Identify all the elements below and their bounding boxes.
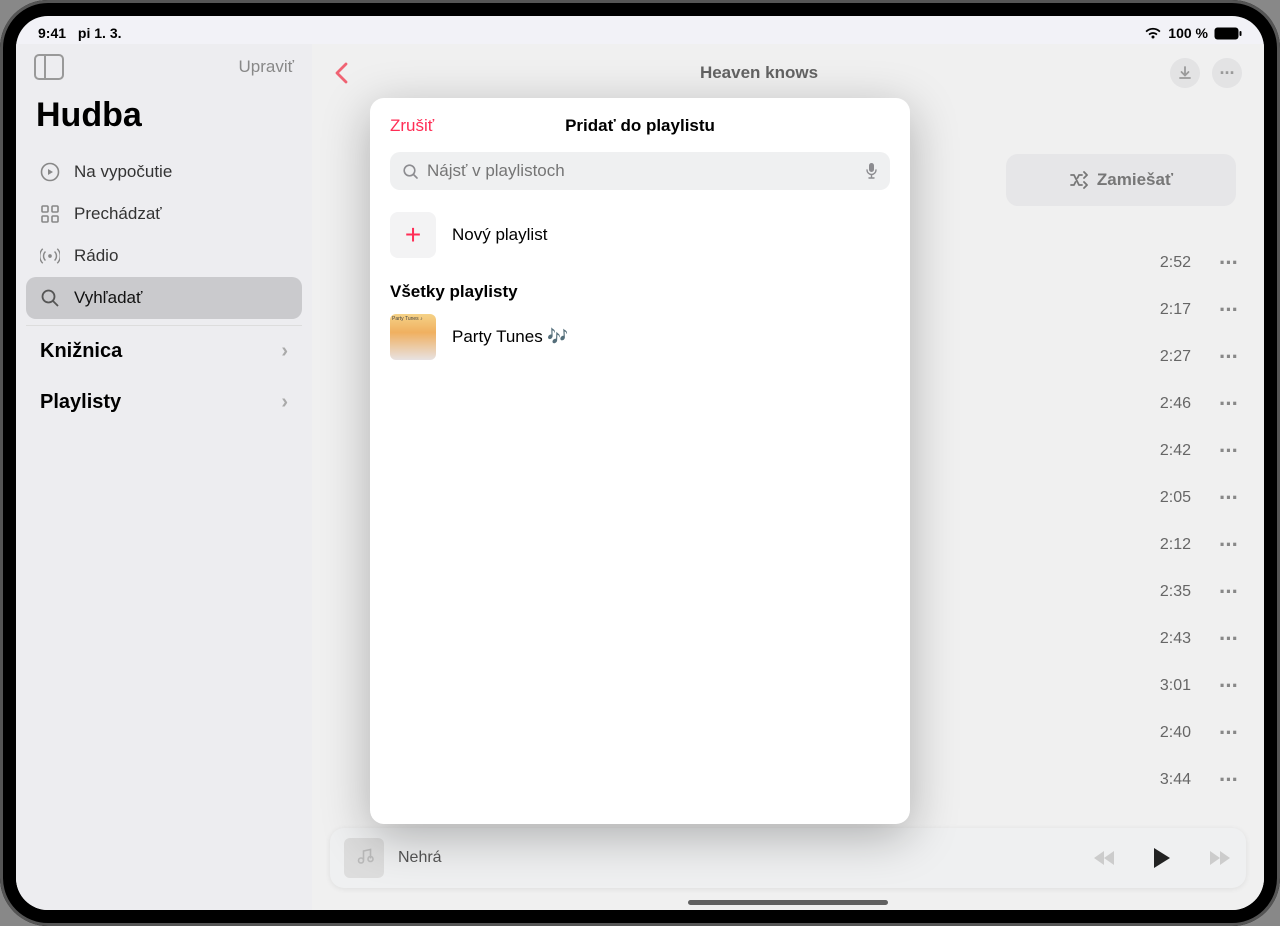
playlist-search-field[interactable] [390, 152, 890, 190]
plus-icon: + [390, 212, 436, 258]
mic-icon[interactable] [865, 162, 878, 180]
search-icon [402, 163, 419, 180]
new-playlist-button[interactable]: + Nový playlist [390, 208, 890, 276]
ipad-screen: 9:41 pi 1. 3. 100 % ● ● ● Upraviť [16, 16, 1264, 910]
new-playlist-label: Nový playlist [452, 225, 547, 245]
add-to-playlist-modal: Zrušiť Pridať do playlistu + Nový playli… [370, 98, 910, 824]
playlist-search-input[interactable] [427, 161, 857, 181]
all-playlists-header: Všetky playlisty [390, 276, 890, 310]
modal-title: Pridať do playlistu [565, 116, 715, 136]
cancel-button[interactable]: Zrušiť [390, 116, 434, 136]
playlist-artwork [390, 314, 436, 360]
playlist-row[interactable]: Party Tunes 🎶 [390, 310, 890, 364]
playlist-name: Party Tunes 🎶 [452, 327, 569, 347]
